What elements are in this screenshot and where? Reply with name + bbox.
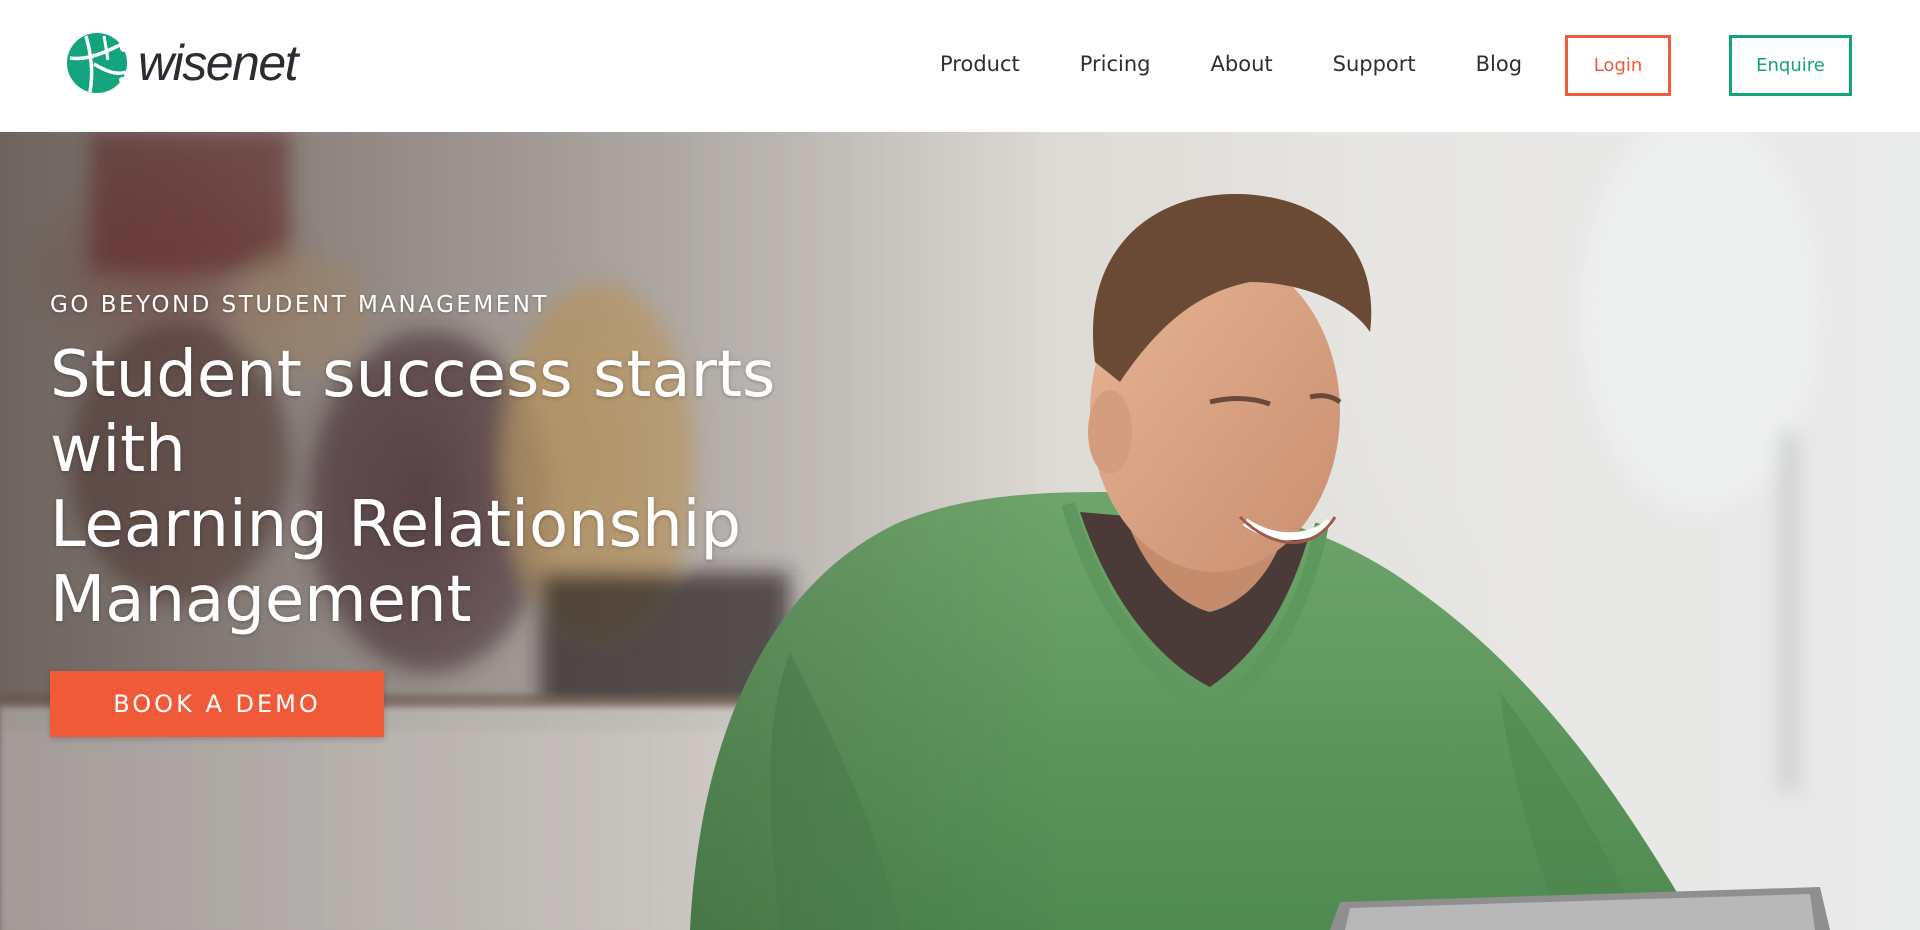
enquire-button[interactable]: Enquire xyxy=(1729,35,1852,96)
nav-blog[interactable]: Blog xyxy=(1476,52,1522,76)
login-button[interactable]: Login xyxy=(1565,35,1671,96)
site-header: wisenet Product Pricing About Support Bl… xyxy=(0,0,1920,132)
hero-headline-line: Learning Relationship xyxy=(50,488,742,562)
wisenet-globe-icon xyxy=(67,33,128,93)
nav-support[interactable]: Support xyxy=(1333,52,1416,76)
nav-pricing[interactable]: Pricing xyxy=(1080,52,1151,76)
hero-headline-line: Student success starts with xyxy=(50,338,776,487)
brand-logo[interactable]: wisenet xyxy=(64,28,299,98)
hero-eyebrow: GO BEYOND STUDENT MANAGEMENT xyxy=(50,292,550,318)
book-demo-button[interactable]: BOOK A DEMO xyxy=(50,671,384,737)
hero-section: GO BEYOND STUDENT MANAGEMENT Student suc… xyxy=(0,132,1920,930)
hero-headline-line: Management xyxy=(50,563,472,637)
hero-headline: Student success starts with Learning Rel… xyxy=(50,338,930,638)
hero-content: GO BEYOND STUDENT MANAGEMENT Student suc… xyxy=(50,292,950,737)
nav-product[interactable]: Product xyxy=(940,52,1020,76)
main-nav: Product Pricing About Support Blog xyxy=(940,44,1522,84)
brand-name: wisenet xyxy=(138,35,299,91)
nav-about[interactable]: About xyxy=(1211,52,1273,76)
